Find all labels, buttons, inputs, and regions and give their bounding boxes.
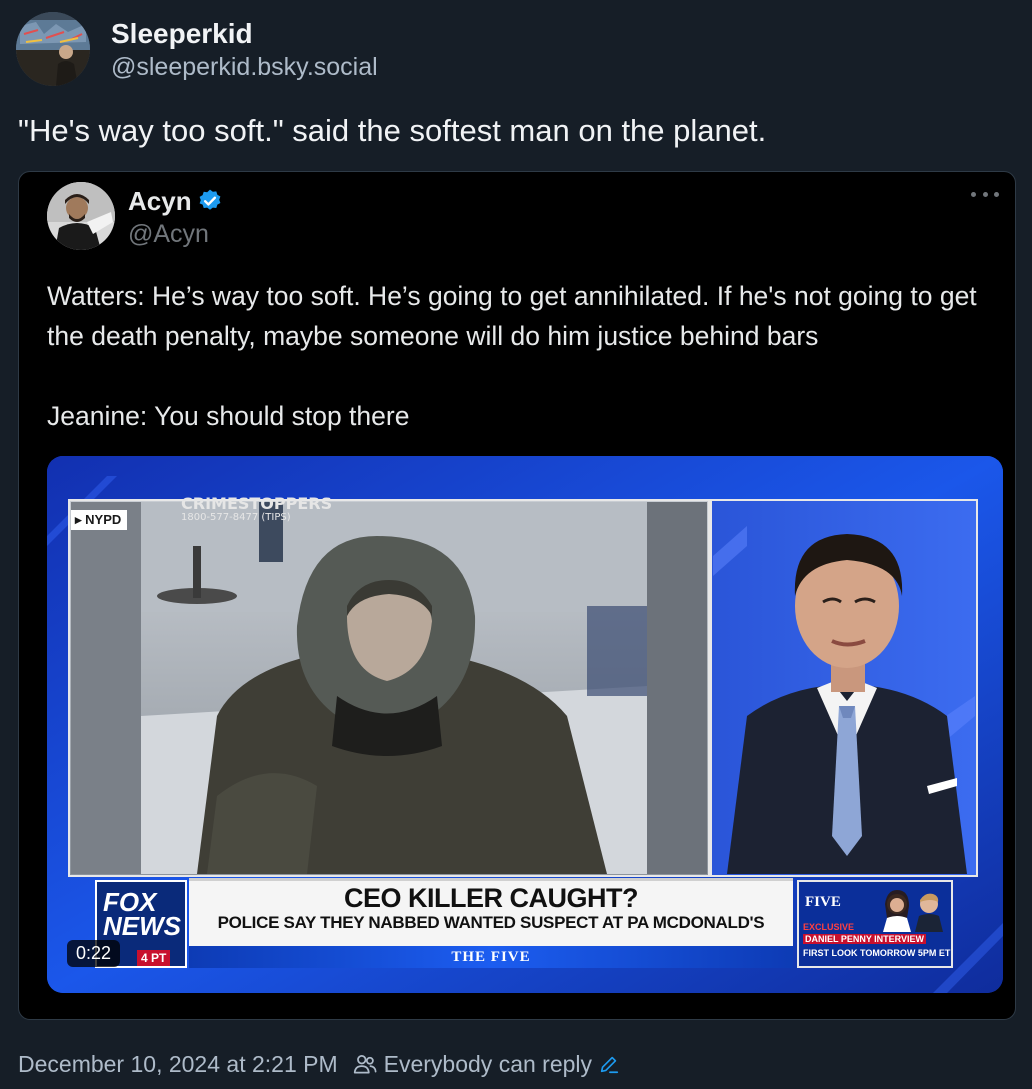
author-display-name[interactable]: Sleeperkid <box>111 16 378 52</box>
promo-line1: DANIEL PENNY INTERVIEW <box>803 934 927 944</box>
quoted-paragraph: Jeanine: You should stop there <box>47 401 410 431</box>
reply-setting-label: Everybody can reply <box>383 1050 593 1077</box>
quoted-author[interactable]: Acyn @Acyn <box>47 182 223 250</box>
author-avatar[interactable] <box>16 12 90 86</box>
more-options-icon[interactable] <box>971 188 999 200</box>
quoted-paragraph: Watters: He’s way too soft. He’s going t… <box>47 281 977 351</box>
crime-stoppers-title: CRIMESTOPPERS <box>181 494 333 513</box>
promo-line2: FIRST LOOK TOMORROW 5PM ET <box>803 948 951 958</box>
lower-third-banner: FOX NEWS 4 PT CEO KILLER CAUGHT? POLICE … <box>95 876 975 971</box>
reply-settings[interactable]: Everybody can reply <box>352 1051 620 1078</box>
quoted-handle[interactable]: @Acyn <box>128 219 223 249</box>
quoted-avatar[interactable] <box>47 182 115 250</box>
video-duration: 0:22 <box>67 940 121 967</box>
network-name: FOX NEWS <box>103 889 181 941</box>
show-name-bar: THE FIVE <box>189 946 793 968</box>
crime-stoppers-phone: 1800-577-8477 (TIPS) <box>181 512 291 523</box>
video-player[interactable]: ▸ NYPD CRIMESTOPPERS 1800-577-8477 (TIPS… <box>47 456 1003 993</box>
author-handle[interactable]: @sleeperkid.bsky.social <box>111 52 378 82</box>
quoted-display-name[interactable]: Acyn <box>128 186 192 217</box>
network-line2: NEWS <box>103 911 181 941</box>
chyron-subhead: POLICE SAY THEY NABBED WANTED SUSPECT AT… <box>217 913 765 932</box>
verified-badge-icon <box>197 188 223 214</box>
chyron-headline: CEO KILLER CAUGHT? <box>344 883 639 913</box>
crime-stoppers-tag: CRIMESTOPPERS 1800-577-8477 (TIPS) <box>181 496 332 524</box>
promo-box: FIVE EXCLUSIVE DANIEL PENNY INTERVIEW FI… <box>797 880 953 968</box>
post-footer: December 10, 2024 at 2:21 PM Everybody c… <box>18 1046 620 1082</box>
post-author[interactable]: Sleeperkid @sleeperkid.bsky.social <box>16 12 378 86</box>
nypd-tag: ▸ NYPD <box>71 510 128 530</box>
pencil-icon[interactable] <box>598 1053 620 1075</box>
quoted-text: Watters: He’s way too soft. He’s going t… <box>47 276 1007 436</box>
network-time: 4 PT <box>137 950 171 966</box>
promo-show: FIVE <box>805 894 841 910</box>
promo-faces-image <box>883 890 943 932</box>
people-icon <box>352 1051 378 1077</box>
promo-exclusive: EXCLUSIVE <box>803 922 855 932</box>
post-text: "He's way too soft." said the softest ma… <box>18 113 767 148</box>
quoted-post[interactable]: Acyn @Acyn Watters: He’s way too soft. H… <box>18 171 1016 1020</box>
headline-box: CEO KILLER CAUGHT? POLICE SAY THEY NABBE… <box>189 878 793 946</box>
post-timestamp[interactable]: December 10, 2024 at 2:21 PM <box>18 1051 338 1078</box>
